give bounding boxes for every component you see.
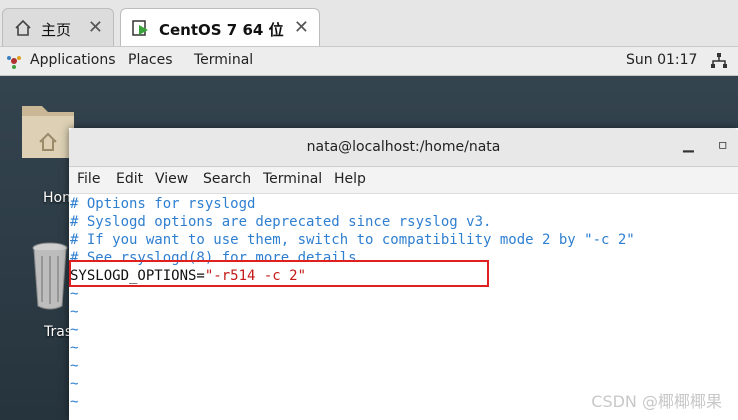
network-icon[interactable] [710,52,728,70]
close-icon[interactable]: ✕ [88,17,103,38]
terminal-window: nata@localhost:/home/nata ▁ ▫ File Edit … [69,128,738,420]
clock[interactable]: Sun 01:17 [626,52,697,68]
config-comment-line: # Syslogd options are deprecated since r… [70,214,492,230]
places-menu[interactable]: Places [128,52,173,68]
menu-edit[interactable]: Edit [116,171,143,187]
terminal-menu-bar: File Edit View Search Terminal Help [69,167,738,194]
vm-play-icon [132,20,148,36]
empty-line-tilde: ~ [70,394,79,410]
empty-line-tilde: ~ [70,304,79,320]
menu-view[interactable]: View [155,171,188,187]
tab-centos[interactable]: CentOS 7 64 位 ✕ [120,8,320,46]
csdn-watermark: CSDN @椰椰椰果 [591,392,722,411]
home-icon [15,19,31,36]
window-title: nata@localhost:/home/nata [306,139,501,155]
terminal-app-menu[interactable]: Terminal [194,52,253,68]
trash-label: Tras [44,324,73,340]
menu-help[interactable]: Help [334,171,366,187]
empty-line-tilde: ~ [70,340,79,356]
highlight-box [69,260,489,287]
config-comment-line: # Options for rsyslogd [70,196,256,212]
window-title-bar[interactable]: nata@localhost:/home/nata ▁ ▫ [69,128,738,167]
home-folder-label: Hon [43,190,71,206]
empty-line-tilde: ~ [70,286,79,302]
terminal-content[interactable]: # Options for rsyslogd # Syslogd options… [69,194,738,420]
gnome-top-bar: Applications Places Terminal Sun 01:17 [0,47,738,76]
menu-file[interactable]: File [77,171,100,187]
applications-icon [7,56,21,69]
empty-line-tilde: ~ [70,376,79,392]
empty-line-tilde: ~ [70,322,79,338]
close-icon[interactable]: ✕ [294,17,309,38]
applications-menu[interactable]: Applications [30,52,116,68]
trash-icon[interactable] [30,240,70,314]
home-folder-icon[interactable] [20,100,76,180]
vm-tab-bar: 主页 ✕ CentOS 7 64 位 ✕ [0,0,738,47]
empty-line-tilde: ~ [70,358,79,374]
maximize-icon[interactable]: ▫ [718,137,728,153]
tab-centos-label: CentOS 7 64 位 [159,21,284,39]
menu-search[interactable]: Search [203,171,251,187]
menu-terminal[interactable]: Terminal [263,171,322,187]
config-comment-line: # If you want to use them, switch to com… [70,232,635,248]
tab-home[interactable]: 主页 ✕ [2,8,114,46]
minimize-icon[interactable]: ▁ [683,137,694,153]
tab-home-label: 主页 [41,21,72,39]
